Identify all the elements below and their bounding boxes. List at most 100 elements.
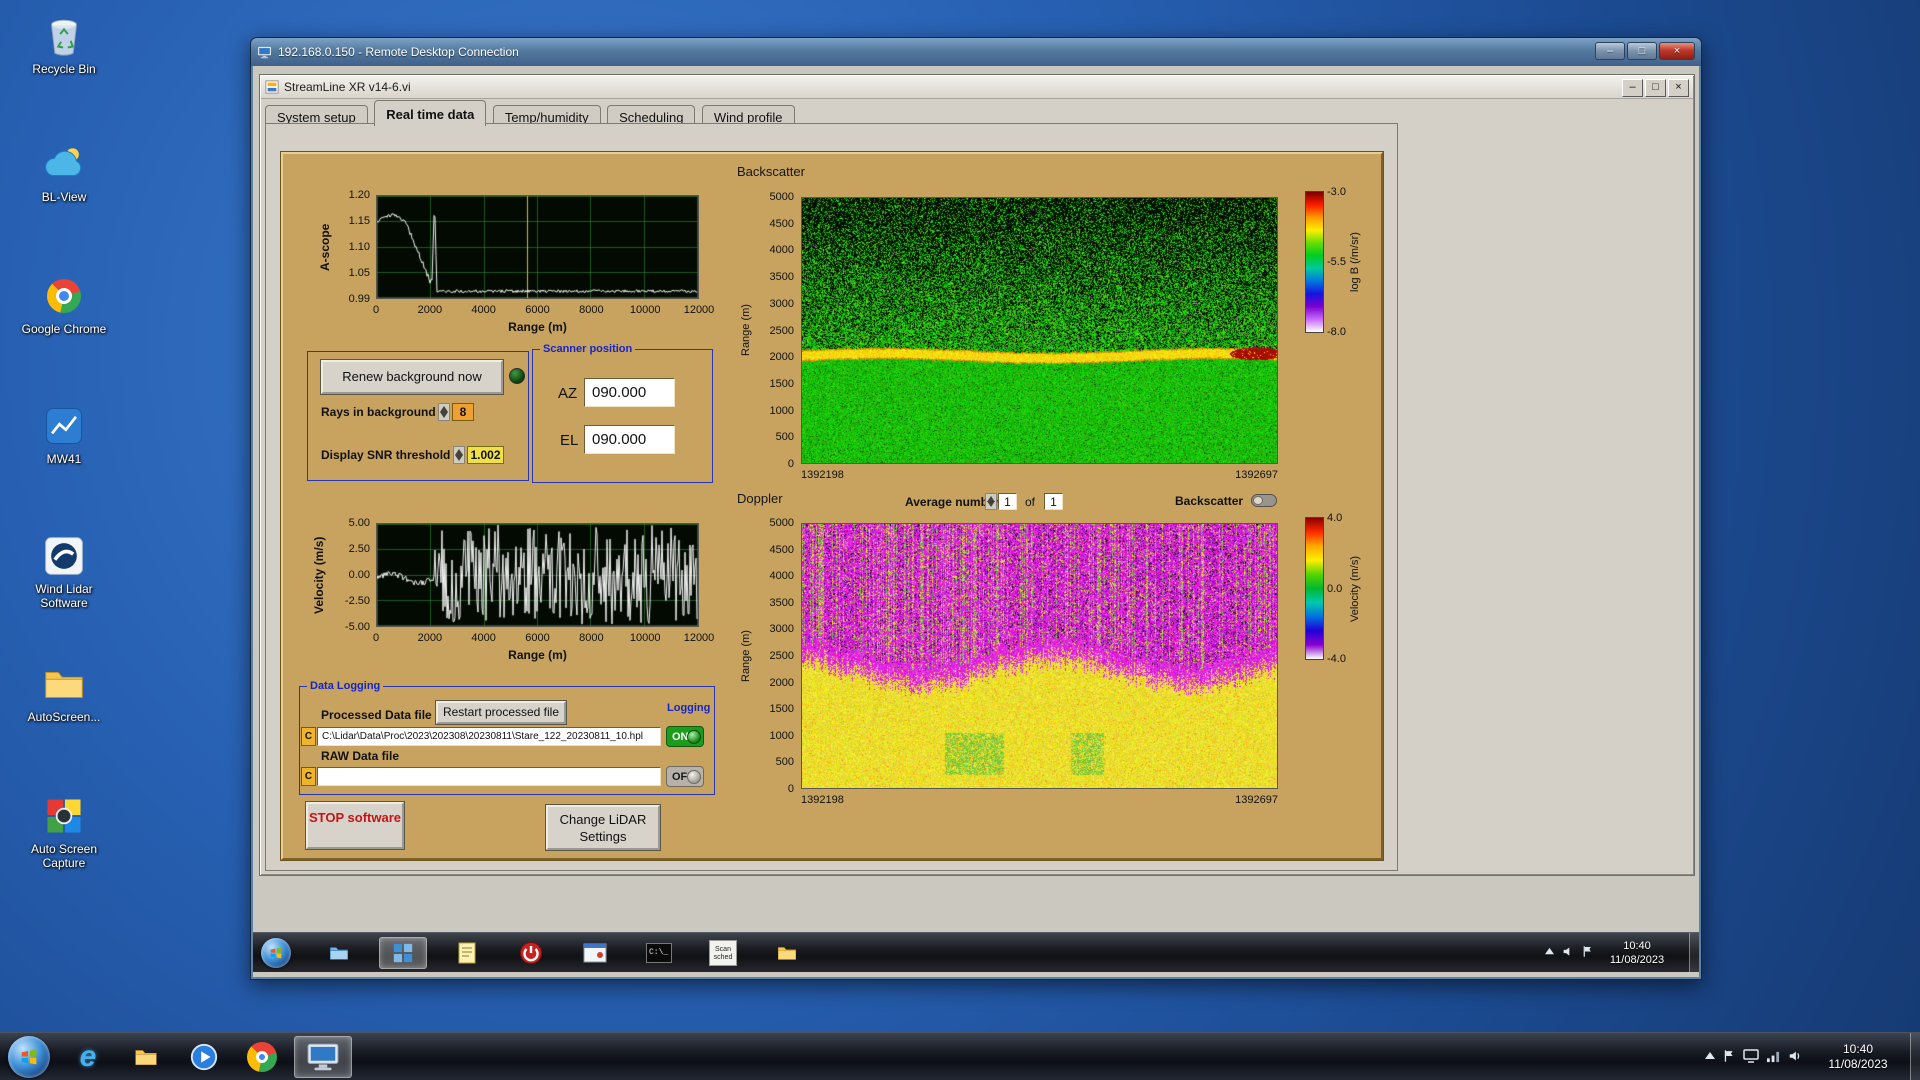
close-button[interactable]: × [1659, 42, 1695, 60]
desktop-icon-mw41[interactable]: MW41 [14, 402, 114, 467]
rdp-taskbar-power-icon[interactable] [507, 937, 555, 969]
taskbar-chrome-icon[interactable] [236, 1036, 288, 1078]
rdp-client-area: StreamLine XR v14-6.vi – □ × System setu… [253, 66, 1699, 977]
show-desktop-button[interactable] [1689, 933, 1699, 972]
screen-capture-icon [40, 792, 88, 840]
stop-software-button[interactable]: STOP software [306, 802, 404, 849]
raw-path-field[interactable] [317, 767, 661, 786]
logging-label: Logging [664, 702, 713, 714]
tick-label: 1500 [770, 378, 794, 390]
ascope-x-ticks: 0 2000 4000 6000 8000 10000 12000 [376, 304, 699, 317]
tick-label: 4000 [471, 304, 495, 316]
rdp-taskbar-console-icon[interactable]: C:\_ [635, 937, 683, 969]
velocity-y-ticks: 5.00 2.50 0.00 -2.50 -5.00 [329, 523, 373, 627]
desktop-icon-wind-lidar[interactable]: Wind Lidar Software [14, 532, 114, 611]
tick-label: 1500 [770, 703, 794, 715]
folder-icon [40, 660, 88, 708]
tick-label: 2.50 [349, 543, 370, 555]
velocity-y-axis-label: Velocity (m/s) [311, 523, 327, 627]
processed-logging-toggle[interactable]: ON [666, 726, 704, 747]
az-value-field[interactable]: 090.000 [584, 378, 675, 407]
el-value-field[interactable]: 090.000 [584, 425, 675, 454]
taskbar-media-player-icon[interactable] [178, 1036, 230, 1078]
maximize-button[interactable]: □ [1627, 42, 1657, 60]
minimize-button[interactable]: – [1595, 42, 1625, 60]
taskbar-rdp-button[interactable] [294, 1036, 352, 1078]
snr-spinner[interactable] [453, 446, 465, 464]
bl-view-icon [40, 140, 88, 188]
snr-threshold-label: Display SNR threshold [321, 448, 450, 462]
doppler-title: Doppler [737, 491, 783, 506]
backscatter-x-start: 1392198 [801, 469, 844, 481]
average-count-field[interactable]: 1 [1044, 493, 1063, 510]
tick-label: 4000 [770, 570, 794, 582]
desktop-icon-autoscreen-folder[interactable]: AutoScreen... [14, 660, 114, 725]
tick-label: -5.00 [345, 621, 370, 633]
taskbar-ie-icon[interactable]: e [62, 1036, 114, 1078]
doppler-y-ticks: 5000 4500 4000 3500 3000 2500 2000 1500 1000 500 0 [755, 523, 797, 789]
average-number-spinner[interactable] [985, 493, 997, 510]
minimize-button[interactable]: – [1622, 79, 1643, 97]
desktop: Recycle Bin BL-View Google Chrome MW41 W… [0, 0, 1920, 1080]
rdp-window-title: 192.168.0.150 - Remote Desktop Connectio… [278, 45, 519, 59]
rdp-taskbar-app-grid-icon[interactable] [379, 937, 427, 969]
mw41-icon [40, 402, 88, 450]
system-tray[interactable] [1704, 1049, 1802, 1063]
app-titlebar[interactable]: StreamLine XR v14-6.vi – □ × [261, 76, 1693, 99]
taskbar-clock[interactable]: 10:40 11/08/2023 [1810, 1042, 1906, 1072]
start-button[interactable] [261, 938, 291, 968]
rays-spinner[interactable] [438, 403, 450, 421]
tick-label: 5000 [770, 191, 794, 203]
tick-label: 3000 [770, 298, 794, 310]
rdp-tray-icons[interactable] [1544, 945, 1594, 958]
desktop-icon-google-chrome[interactable]: Google Chrome [14, 272, 114, 337]
average-number-field[interactable]: 1 [998, 493, 1017, 510]
tick-label: -2.50 [345, 595, 370, 607]
restart-processed-file-button[interactable]: Restart processed file [436, 701, 566, 724]
tick-label: 3500 [770, 597, 794, 609]
tick-label: 8000 [579, 632, 603, 644]
backscatter-y-ticks: 5000 4500 4000 3500 3000 2500 2000 1500 1000 500 0 [755, 197, 797, 464]
display-icon [1743, 1049, 1759, 1063]
rdp-taskbar-folder-icon[interactable] [763, 937, 811, 969]
change-lidar-settings-button[interactable]: Change LiDAR Settings [546, 805, 660, 850]
tab-real-time-data[interactable]: Real time data [374, 100, 486, 126]
desktop-icon-recycle-bin[interactable]: Recycle Bin [14, 12, 114, 77]
tick-label: 1.05 [349, 267, 370, 279]
renew-background-button[interactable]: Renew background now [321, 360, 503, 394]
tick-label: 10000 [630, 632, 661, 644]
desktop-icon-auto-screen-capture[interactable]: Auto Screen Capture [14, 792, 114, 871]
backscatter-toggle[interactable] [1251, 494, 1277, 507]
rays-value-field[interactable]: 8 [452, 403, 474, 421]
tick-label: 5.00 [349, 517, 370, 529]
raw-logging-toggle[interactable]: OFF [666, 766, 704, 787]
close-button[interactable]: × [1668, 79, 1689, 97]
rdp-taskbar-capture-icon[interactable] [571, 937, 619, 969]
rdp-titlebar[interactable]: 192.168.0.150 - Remote Desktop Connectio… [251, 38, 1701, 66]
desktop-icon-bl-view[interactable]: BL-View [14, 140, 114, 205]
snr-value-field[interactable]: 1.002 [467, 446, 504, 464]
rdp-taskbar-scan-sched-icon[interactable]: Scan sched [699, 937, 747, 969]
rdp-session-taskbar: C:\_ Scan sched 10:40 11/08/2023 [253, 932, 1699, 972]
rdp-clock: 10:40 11/08/2023 [1599, 940, 1675, 968]
az-label: AZ [558, 385, 577, 402]
doppler-x-start: 1392198 [801, 794, 844, 806]
maximize-button[interactable]: □ [1645, 79, 1666, 97]
tick-label: 0 [788, 783, 794, 795]
rdp-taskbar-explorer-icon[interactable] [315, 937, 363, 969]
tick-label: 0 [788, 458, 794, 470]
start-button[interactable] [8, 1036, 50, 1078]
volume-icon [1788, 1049, 1802, 1063]
taskbar-explorer-icon[interactable] [120, 1036, 172, 1078]
tick-label: 500 [776, 756, 794, 768]
processed-path-field[interactable]: C:\Lidar\Data\Proc\2023\202308\20230811\… [317, 727, 661, 746]
processed-drive-box[interactable]: C [301, 727, 316, 746]
flag-icon [1582, 945, 1594, 958]
el-label: EL [560, 432, 578, 449]
data-logging-title: Data Logging [307, 680, 383, 692]
raw-drive-box[interactable]: C [301, 767, 316, 786]
backscatter-heatmap [801, 197, 1278, 464]
show-desktop-button[interactable] [1910, 1033, 1920, 1080]
rdp-taskbar-notes-icon[interactable] [443, 937, 491, 969]
backscatter-colorbar: -3.0 -5.5 -8.0 [1305, 191, 1324, 333]
